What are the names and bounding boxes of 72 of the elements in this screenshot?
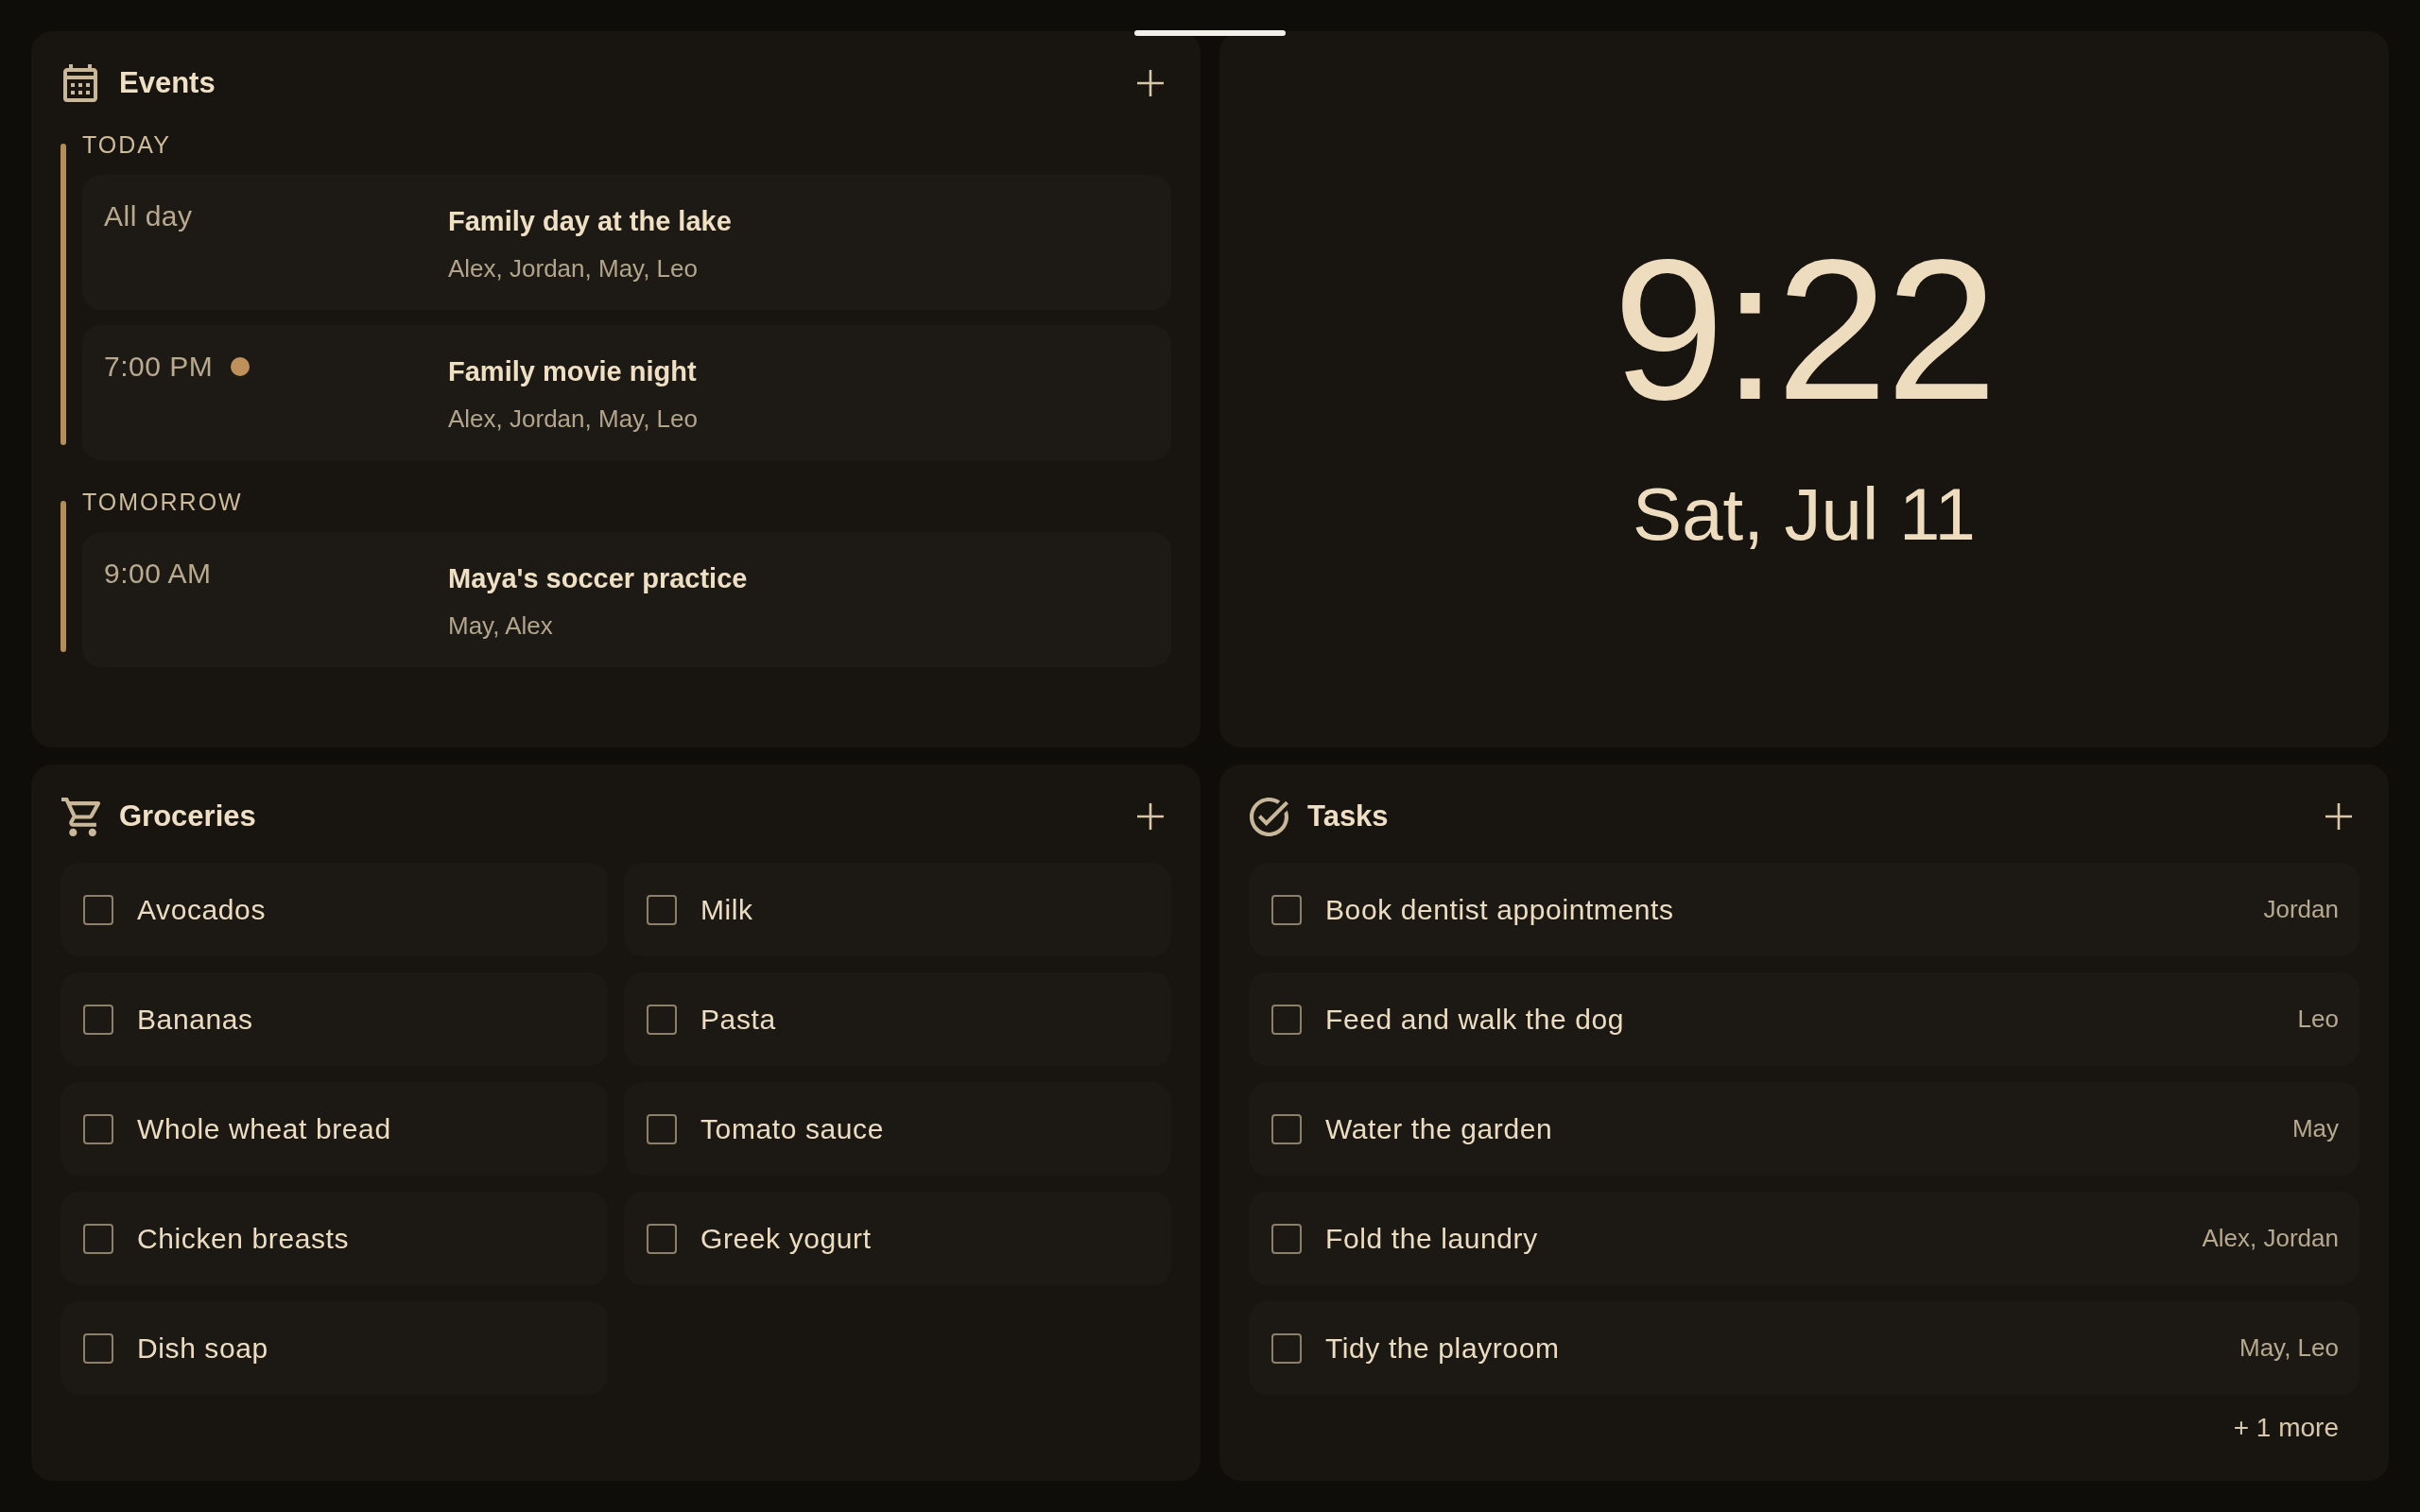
checkbox[interactable] — [83, 1113, 113, 1144]
grocery-item[interactable]: Whole wheat bread — [60, 1082, 608, 1176]
item-label: Bananas — [137, 1003, 253, 1036]
shopping-cart-icon — [60, 797, 100, 836]
checkbox[interactable] — [83, 1223, 113, 1254]
grocery-item[interactable]: Greek yogurt — [624, 1192, 1171, 1285]
event-card[interactable]: 7:00 PM Family movie night Alex, Jordan, May, Leo — [82, 325, 1171, 460]
task-item[interactable]: Fold the laundry Alex, Jordan — [1249, 1192, 2360, 1285]
task-assignee: May, Leo — [2239, 1333, 2339, 1363]
plus-icon — [2325, 803, 2352, 830]
grocery-item[interactable]: Milk — [624, 863, 1171, 956]
plus-icon — [1137, 803, 1164, 830]
item-label: Chicken breasts — [137, 1222, 350, 1255]
calendar-icon — [63, 64, 97, 102]
checkbox[interactable] — [647, 1223, 677, 1254]
item-label: Avocados — [137, 893, 266, 926]
checkbox[interactable] — [1271, 894, 1302, 925]
checkbox[interactable] — [647, 1004, 677, 1035]
grocery-item[interactable]: Chicken breasts — [60, 1192, 608, 1285]
event-attendees: Alex, Jordan, May, Leo — [448, 404, 698, 434]
item-label: Tomato sauce — [700, 1112, 884, 1145]
task-label: Tidy the playroom — [1325, 1332, 1560, 1365]
task-assignee: Jordan — [2263, 895, 2339, 924]
task-label: Book dentist appointments — [1325, 893, 1674, 926]
checkbox[interactable] — [647, 894, 677, 925]
checkbox[interactable] — [83, 894, 113, 925]
checkbox[interactable] — [1271, 1223, 1302, 1254]
event-title: Maya's soccer practice — [448, 562, 748, 595]
event-title: Family movie night — [448, 355, 698, 388]
task-item[interactable]: Feed and walk the dog Leo — [1249, 972, 2360, 1066]
task-item[interactable]: Water the garden May — [1249, 1082, 2360, 1176]
event-attendees: May, Alex — [448, 610, 554, 641]
checkbox[interactable] — [647, 1113, 677, 1144]
day-heading: TOMORROW — [82, 488, 244, 517]
event-time: 9:00 AM — [104, 561, 212, 586]
item-label: Milk — [700, 893, 753, 926]
checkbox[interactable] — [1271, 1113, 1302, 1144]
event-attendees: Alex, Jordan, May, Leo — [448, 253, 699, 284]
panel-title: Groceries — [119, 799, 257, 833]
grocery-item[interactable]: Tomato sauce — [624, 1082, 1171, 1176]
task-assignee: Alex, Jordan — [2202, 1224, 2339, 1253]
grocery-item[interactable]: Bananas — [60, 972, 608, 1066]
task-assignee: Leo — [2297, 1005, 2339, 1034]
more-tasks-link[interactable]: + 1 more — [2233, 1411, 2339, 1445]
event-card[interactable]: 9:00 AM Maya's soccer practice May, Alex — [82, 532, 1171, 667]
item-label: Dish soap — [137, 1332, 268, 1365]
item-label: Greek yogurt — [700, 1222, 872, 1255]
checkbox[interactable] — [83, 1004, 113, 1035]
checkbox[interactable] — [1271, 1332, 1302, 1364]
event-card[interactable]: All day Family day at the lake Alex, Jordan, May, Leo — [82, 175, 1171, 310]
clock-date: Sat, Jul 11 — [1633, 477, 1976, 551]
checkbox[interactable] — [1271, 1004, 1302, 1035]
task-label: Water the garden — [1325, 1112, 1553, 1145]
grocery-item[interactable]: Pasta — [624, 972, 1171, 1066]
grocery-item[interactable]: Avocados — [60, 863, 608, 956]
event-title: Family day at the lake — [448, 205, 732, 238]
task-label: Feed and walk the dog — [1325, 1003, 1625, 1036]
event-time: 7:00 PM — [104, 354, 214, 379]
task-item[interactable]: Book dentist appointments Jordan — [1249, 863, 2360, 956]
task-label: Fold the laundry — [1325, 1222, 1538, 1255]
drag-handle[interactable] — [1134, 30, 1286, 36]
checkbox[interactable] — [83, 1332, 113, 1364]
panel-title: Events — [119, 66, 216, 100]
item-label: Pasta — [700, 1003, 776, 1036]
task-item[interactable]: Tidy the playroom May, Leo — [1249, 1301, 2360, 1395]
clock-time: 9:22 — [1613, 230, 1996, 430]
task-assignee: May — [2291, 1114, 2339, 1143]
item-label: Whole wheat bread — [137, 1112, 391, 1145]
panel-title: Tasks — [1307, 799, 1390, 833]
day-heading: TODAY — [82, 130, 172, 160]
grocery-item[interactable]: Dish soap — [60, 1301, 608, 1395]
plus-icon — [1137, 70, 1164, 96]
